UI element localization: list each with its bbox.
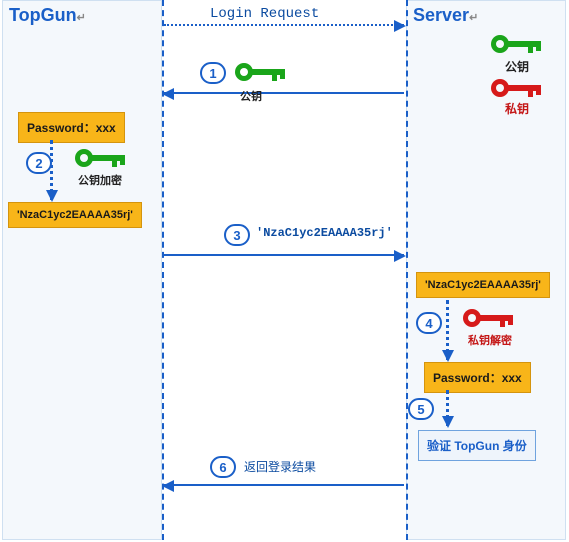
public-key-icon — [488, 32, 546, 56]
step-3-message: 'NzaC1yc2EAAAA35rj' — [256, 226, 393, 240]
client-title-text: TopGun — [9, 5, 77, 25]
step-1-key-label: 公钥 — [240, 88, 262, 104]
client-cipher-box: 'NzaC1yc2EAAAA35rj' — [8, 202, 142, 228]
step-2-badge: 2 — [26, 152, 52, 174]
private-key-icon — [488, 76, 546, 100]
step-2-key-icon — [72, 146, 130, 170]
public-encrypt-label: 公钥加密 — [78, 172, 122, 188]
step-4-badge: 4 — [416, 312, 442, 334]
arrow-step-1 — [164, 92, 404, 94]
public-key-label: 公钥 — [505, 58, 529, 75]
suffix: ↵ — [469, 12, 478, 24]
arrow-step-6 — [164, 484, 404, 486]
arrow-step-2 — [50, 140, 53, 200]
server-title-text: Server — [413, 5, 469, 25]
client-password-box: Password：xxx — [18, 112, 125, 143]
arrow-step-5 — [446, 390, 449, 426]
server-cipher-box: 'NzaC1yc2EAAAA35rj' — [416, 272, 550, 298]
private-decrypt-label: 私钥解密 — [468, 332, 512, 348]
server-title: Server↵ — [407, 1, 565, 30]
verify-box: 验证 TopGun 身份 — [418, 430, 536, 461]
arrow-step-3 — [164, 254, 404, 256]
step-3-badge: 3 — [224, 224, 250, 246]
step-1-badge: 1 — [200, 62, 226, 84]
client-lifeline — [162, 0, 164, 540]
return-result-label: 返回登录结果 — [244, 458, 316, 475]
step-6-badge: 6 — [210, 456, 236, 478]
client-column: TopGun↵ — [2, 0, 162, 540]
arrow-step-4 — [446, 300, 449, 360]
step-4-key-icon — [460, 306, 518, 330]
suffix: ↵ — [77, 12, 86, 24]
arrow-login-request — [164, 24, 404, 26]
step-5-badge: 5 — [408, 398, 434, 420]
private-key-label: 私钥 — [505, 100, 529, 117]
server-lifeline — [406, 0, 408, 540]
client-title: TopGun↵ — [3, 1, 161, 30]
step-1-key-icon — [232, 60, 290, 84]
server-password-box: Password：xxx — [424, 362, 531, 393]
login-request-label: Login Request — [210, 6, 319, 22]
